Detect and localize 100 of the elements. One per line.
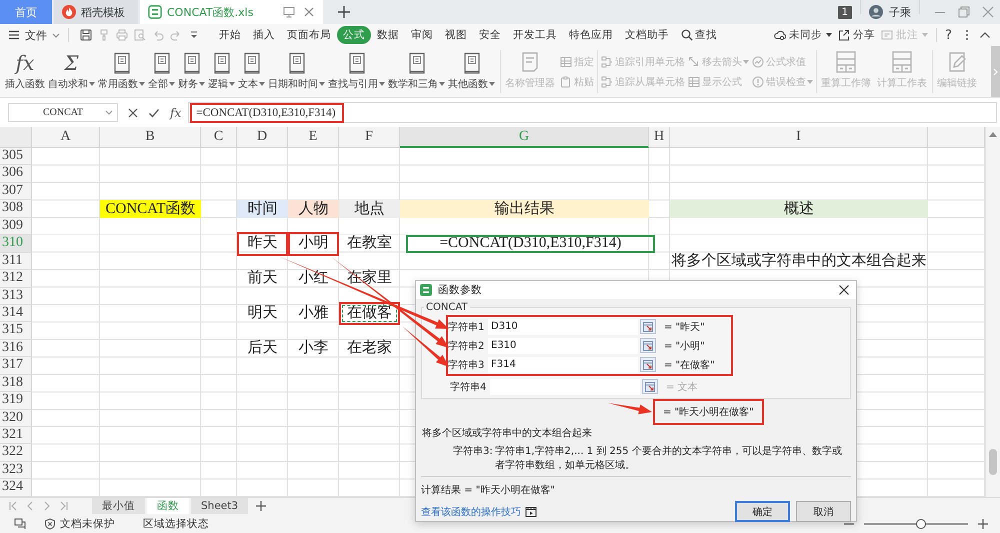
function-button[interactable]: 常用函数 [97, 46, 146, 97]
row-header[interactable]: 313 [0, 288, 32, 305]
help-link[interactable]: 查看该函数的操作技巧 [421, 504, 521, 518]
ribbon-tab[interactable]: 安全 [473, 26, 507, 44]
ribbon-tab[interactable]: 开始 [213, 26, 247, 44]
next-sheet-icon[interactable] [42, 501, 52, 511]
row-header[interactable]: 318 [0, 374, 32, 392]
function-button[interactable]: 逻辑 [207, 46, 236, 97]
cancel-icon[interactable] [127, 106, 139, 118]
layout-icon[interactable] [14, 518, 26, 530]
row-header[interactable]: 323 [0, 462, 32, 480]
row-header[interactable]: 307 [0, 182, 32, 200]
function-button[interactable]: 其他函数 [447, 46, 496, 97]
undo-icon[interactable] [152, 29, 164, 41]
ribbon-tab[interactable]: 开发工具 [507, 26, 563, 44]
row-header[interactable]: 315 [0, 322, 32, 340]
name-box[interactable]: CONCAT [8, 103, 118, 122]
function-button[interactable]: 财务 [177, 46, 206, 97]
function-button[interactable]: 全部 [147, 46, 176, 97]
zoom-slider[interactable] [864, 518, 968, 528]
brush-icon[interactable] [98, 29, 110, 41]
print-icon[interactable] [116, 29, 128, 41]
dialog-button[interactable]: 确定 [735, 501, 790, 522]
row-header[interactable]: 322 [0, 444, 32, 462]
vertical-scrollbar[interactable] [985, 127, 1000, 497]
first-sheet-icon[interactable] [8, 501, 18, 511]
ribbon-tab[interactable]: 文档助手 [619, 26, 675, 44]
close-icon[interactable] [838, 284, 850, 296]
column-header[interactable]: F [339, 127, 400, 148]
ribbon-tab[interactable]: 数据 [371, 26, 405, 44]
ribbon-tab[interactable]: 页面布局 [281, 26, 337, 44]
column-header[interactable]: B [100, 127, 201, 148]
toolbar-button[interactable]: 未同步 [774, 28, 832, 42]
document-protection-button[interactable]: 文档未保护 [44, 516, 115, 530]
function-button[interactable]: 数学和三角 [387, 46, 446, 97]
scrollbar-thumb[interactable] [989, 449, 997, 475]
function-button[interactable]: Σ 自动求和 [47, 46, 96, 97]
row-header[interactable]: 309 [0, 218, 32, 236]
range-select-button[interactable] [640, 357, 656, 372]
row-header[interactable]: 319 [0, 392, 32, 410]
range-select-button[interactable] [640, 338, 656, 353]
last-sheet-icon[interactable] [59, 501, 69, 511]
row-header[interactable]: 314 [0, 304, 32, 322]
sheet-tab[interactable]: 最小值 [92, 498, 145, 514]
search-button[interactable]: 查找 [675, 26, 723, 44]
range-select-button[interactable] [642, 379, 658, 394]
notification-badge[interactable]: 1 [838, 6, 852, 18]
help-button[interactable]: ? [945, 28, 952, 42]
column-header[interactable]: D [237, 127, 288, 148]
row-header[interactable]: 306 [0, 165, 32, 183]
plus-icon[interactable] [256, 501, 266, 511]
customize-icon[interactable] [188, 29, 200, 41]
row-header[interactable]: 311 [0, 252, 32, 270]
row-header[interactable]: 320 [0, 410, 32, 427]
confirm-icon[interactable] [148, 106, 160, 118]
sheet-tab[interactable]: 函数 [147, 498, 189, 514]
video-icon[interactable] [525, 506, 537, 518]
plus-icon[interactable] [978, 518, 988, 528]
row-header[interactable]: 324 [0, 479, 32, 497]
insert-function-button[interactable]: fx [170, 106, 182, 120]
argument-input[interactable]: F314 [488, 356, 638, 372]
column-header[interactable]: I [670, 127, 928, 148]
restore-icon[interactable] [958, 6, 970, 18]
row-header[interactable]: 321 [0, 427, 32, 444]
argument-input[interactable]: D310 [488, 318, 638, 334]
function-button[interactable]: fx 插入函数 [4, 46, 46, 97]
function-button[interactable]: 文本 [237, 46, 266, 97]
monitor-icon[interactable] [283, 6, 295, 18]
column-header[interactable]: C [201, 127, 237, 148]
file-menu[interactable]: 文件 [8, 28, 60, 42]
plus-icon[interactable] [337, 5, 351, 19]
user-button[interactable]: 子乘 [869, 0, 911, 24]
redo-icon[interactable] [170, 29, 182, 41]
print-preview-icon[interactable] [134, 29, 146, 41]
ribbon-tab[interactable]: 插入 [247, 26, 281, 44]
range-select-button[interactable] [640, 319, 656, 334]
ribbon-tab[interactable]: 特色应用 [563, 26, 619, 44]
sheet-tab[interactable]: Sheet3 [191, 498, 248, 514]
document-tab[interactable]: 稻壳模板 [54, 0, 138, 24]
document-tab[interactable]: CONCAT函数.xls [140, 0, 323, 24]
ribbon-tab[interactable]: 审阅 [405, 26, 439, 44]
row-header[interactable]: 317 [0, 357, 32, 375]
ribbon-tab[interactable]: 视图 [439, 26, 473, 44]
row-header[interactable]: 305 [0, 148, 32, 166]
column-header[interactable]: H [649, 127, 670, 148]
save-icon[interactable] [80, 29, 92, 41]
formula-input[interactable]: =CONCAT(D310,E310,F314) [188, 102, 997, 123]
function-button[interactable]: 日期和时间 [267, 46, 326, 97]
arrow-up-icon[interactable] [989, 131, 997, 137]
argument-input[interactable]: E310 [488, 338, 638, 354]
toolbar-button[interactable]: 分享 [838, 28, 876, 42]
column-header[interactable]: E [288, 127, 339, 148]
dialog-button[interactable]: 取消 [796, 501, 851, 522]
row-header[interactable]: 308 [0, 200, 32, 218]
column-header[interactable]: A [32, 127, 100, 148]
row-header[interactable]: 312 [0, 270, 32, 288]
zoom-slider-thumb[interactable] [916, 518, 926, 528]
function-button[interactable]: 查找与引用 [327, 46, 386, 97]
row-header[interactable]: 316 [0, 340, 32, 358]
previous-sheet-icon[interactable] [25, 501, 35, 511]
